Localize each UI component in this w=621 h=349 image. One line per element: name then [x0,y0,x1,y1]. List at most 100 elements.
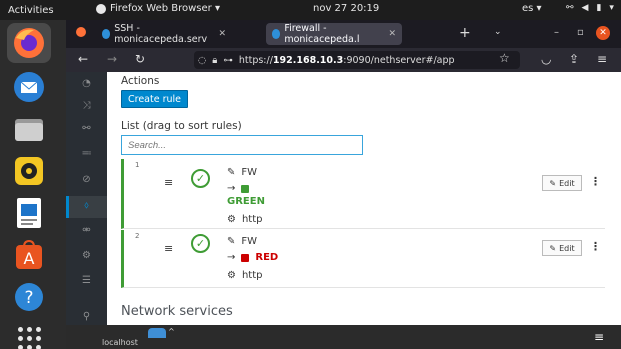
firefox-window: SSH - monicacepeda.serv ✕ Firewall - mon… [66,20,621,325]
dock-firefox[interactable] [7,23,51,63]
rule-row[interactable]: 1 ≡ ✓ ✎ FW → GREEN ⚙ http ✎ Edit ⋮ [121,159,605,229]
forward-icon[interactable]: → [107,52,117,66]
close-icon[interactable]: ✕ [218,29,226,39]
arrow-right-icon: → [227,252,236,263]
list-heading: List (drag to sort rules) [121,120,242,132]
drag-handle-icon[interactable]: ≡ [164,176,173,189]
help-icon: ? [15,283,43,311]
edit-label: Edit [559,243,575,253]
menu-icon[interactable]: ≡ [597,52,607,66]
network-icon[interactable]: ⚯ [80,122,93,135]
rule-source-label: FW [241,236,258,247]
link-icon[interactable]: ⚮ [80,224,93,237]
dock-files[interactable] [7,109,51,149]
nav-bar: ← → ↻ ◌ 🔒︎ ⊶ https://192.168.10.3:9090/n… [66,48,621,72]
folder-icon [15,119,43,141]
zone-color-swatch [241,253,250,262]
site-icon [272,29,281,39]
svg-text:A: A [24,249,35,268]
app-menu-label: Firefox Web Browser ▾ [110,3,220,14]
app-sidebar: ◔ ⤨ ⚯ ≕ ⊘ ⬨ ⚮ ⚙ ☰ ⚲ [66,72,107,325]
pocket-icon[interactable]: ◡ [541,52,551,66]
rule-dest-label: GREEN [227,196,265,207]
gears-icon: ⚙ [227,270,236,281]
music-icon [15,157,43,185]
dock-software[interactable]: A [7,235,51,275]
chevron-down-icon: ▾ [609,3,614,13]
tab-label: Firewall - monicacepeda.l [284,23,360,45]
software-center-icon: A [16,239,42,269]
firefox-icon [14,28,44,58]
pencil-icon: ✎ [227,236,236,247]
tab-firewall[interactable]: Firewall - monicacepeda.l ✕ [266,23,402,45]
firewall-content: Actions Create rule List (drag to sort r… [107,72,621,325]
firefox-view-icon[interactable] [76,27,86,37]
rule-row[interactable]: 2 ≡ ✓ ✎ FW → RED ⚙ http ✎ Edit ⋮ [121,230,605,288]
dock-help[interactable]: ? [7,277,51,317]
rule-destination: → [227,183,250,194]
rule-service: ⚙ http [227,270,263,281]
rule-number: 1 [135,161,140,169]
rule-service-label: http [241,270,263,281]
maximize-icon[interactable]: ▫ [577,27,584,38]
edit-icon: ✎ [549,178,557,188]
search-icon[interactable]: ⚲ [80,310,93,323]
page-content: ◔ ⤨ ⚯ ≕ ⊘ ⬨ ⚮ ⚙ ☰ ⚲ Actions Create rule … [66,72,621,325]
key-icon: ⊶ [223,54,233,66]
table-icon[interactable]: ☰ [80,274,93,287]
shield-icon: ◌ [198,54,207,66]
url-bar[interactable]: ◌ 🔒︎ ⊶ https://192.168.10.3:9090/nethser… [194,51,520,69]
dock-writer[interactable] [7,193,51,233]
share-icon[interactable]: ⇪ [569,52,579,66]
gear-icon[interactable]: ⚙ [80,249,93,262]
shuffle-icon[interactable]: ⤨ [80,99,93,112]
tab-ssh[interactable]: SSH - monicacepeda.serv ✕ [96,23,232,45]
close-window-icon[interactable]: ✕ [596,26,610,40]
document-icon [17,198,41,228]
chevron-down-icon[interactable]: ⌄ [494,27,502,37]
app-menu[interactable]: Firefox Web Browser ▾ [96,3,220,14]
system-tray[interactable]: ⚯ ◀ ▮ ▾ [566,3,614,13]
dock-rhythmbox[interactable] [7,151,51,191]
chevron-up-icon[interactable]: ^ [168,327,175,336]
list-icon[interactable]: ≕ [80,147,93,160]
dock-thunderbird[interactable] [7,67,51,107]
blocked-icon[interactable]: ⊘ [80,173,93,186]
drag-handle-icon[interactable]: ≡ [164,242,173,255]
system-top-bar: Activities Firefox Web Browser ▾ nov 27 … [0,0,621,20]
kebab-menu-icon[interactable]: ⋮ [590,175,601,188]
rule-dest-label: RED [255,252,279,263]
tab-bar: SSH - monicacepeda.serv ✕ Firewall - mon… [66,20,621,48]
kebab-menu-icon[interactable]: ⋮ [590,240,601,253]
reload-icon[interactable]: ↻ [135,52,145,66]
back-icon[interactable]: ← [78,52,88,66]
close-icon[interactable]: ✕ [388,29,396,39]
show-applications-icon[interactable] [18,327,42,349]
bookmark-star-icon[interactable]: ☆ [499,51,510,65]
clock[interactable]: nov 27 20:19 [313,3,379,14]
arrow-right-icon: → [227,183,236,194]
search-input[interactable] [121,135,363,155]
check-icon: ✓ [191,234,210,253]
tray-app-icon[interactable] [148,328,166,338]
edit-button[interactable]: ✎ Edit [542,175,582,191]
svg-text:?: ? [24,288,33,308]
site-icon [102,29,111,39]
activities-button[interactable]: Activities [0,5,62,16]
url-text: https://192.168.10.3:9090/nethserver#/ap… [238,54,455,66]
create-rule-button[interactable]: Create rule [121,90,188,108]
dashboard-icon[interactable]: ◔ [80,77,93,90]
pencil-icon: ✎ [227,167,236,178]
mail-icon [14,72,44,102]
rule-number: 2 [135,232,140,240]
new-tab-icon[interactable]: + [459,25,471,41]
minimize-icon[interactable]: – [554,27,559,38]
firewall-icon[interactable]: ⬨ [80,199,93,212]
lock-icon: 🔒︎ [212,54,218,66]
menu-icon[interactable]: ≡ [594,330,604,344]
rule-source: ✎ FW [227,236,257,247]
actions-heading: Actions [121,75,160,87]
edit-button[interactable]: ✎ Edit [542,240,582,256]
gears-icon: ⚙ [227,214,236,225]
input-language[interactable]: es ▾ [522,3,542,14]
